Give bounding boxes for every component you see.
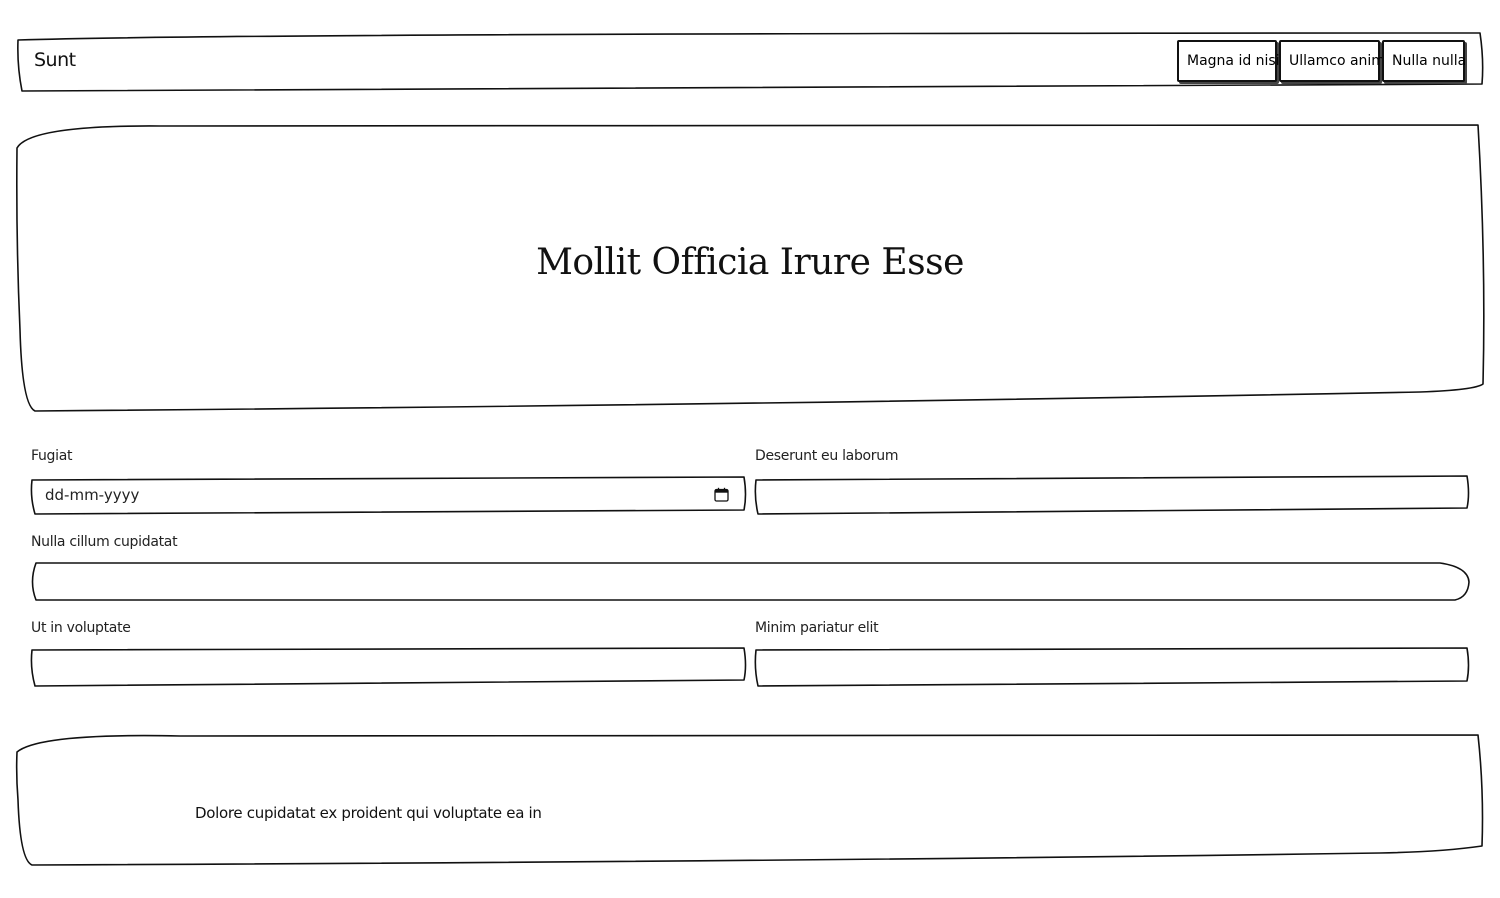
nulla-cillum-input[interactable]	[33, 565, 1467, 599]
fugiat-date-input[interactable]	[33, 479, 709, 513]
sketch-outlines	[15, 32, 1485, 866]
nav-button-ullamco[interactable]: Ullamco anim	[1279, 40, 1385, 82]
nav-button-magna[interactable]: Magna id nisi	[1177, 40, 1280, 82]
ut-in-label: Ut in voluptate	[31, 620, 131, 636]
minim-input[interactable]	[757, 651, 1467, 685]
brand-logo[interactable]: Sunt	[34, 48, 76, 72]
ut-in-input[interactable]	[33, 651, 743, 685]
deserunt-input[interactable]	[757, 479, 1467, 513]
nulla-cillum-label: Nulla cillum cupidatat	[31, 534, 178, 550]
nav-button-nulla[interactable]: Nulla nulla	[1382, 40, 1466, 82]
minim-label: Minim pariatur elit	[755, 620, 879, 636]
fugiat-label: Fugiat	[31, 448, 73, 464]
deserunt-label: Deserunt eu laborum	[755, 448, 899, 464]
footer-text: Dolore cupidatat ex proident qui volupta…	[195, 804, 542, 822]
hero-title: Mollit Officia Irure Esse	[536, 242, 964, 283]
calendar-icon[interactable]	[714, 487, 729, 502]
footer-outline	[15, 734, 1484, 866]
